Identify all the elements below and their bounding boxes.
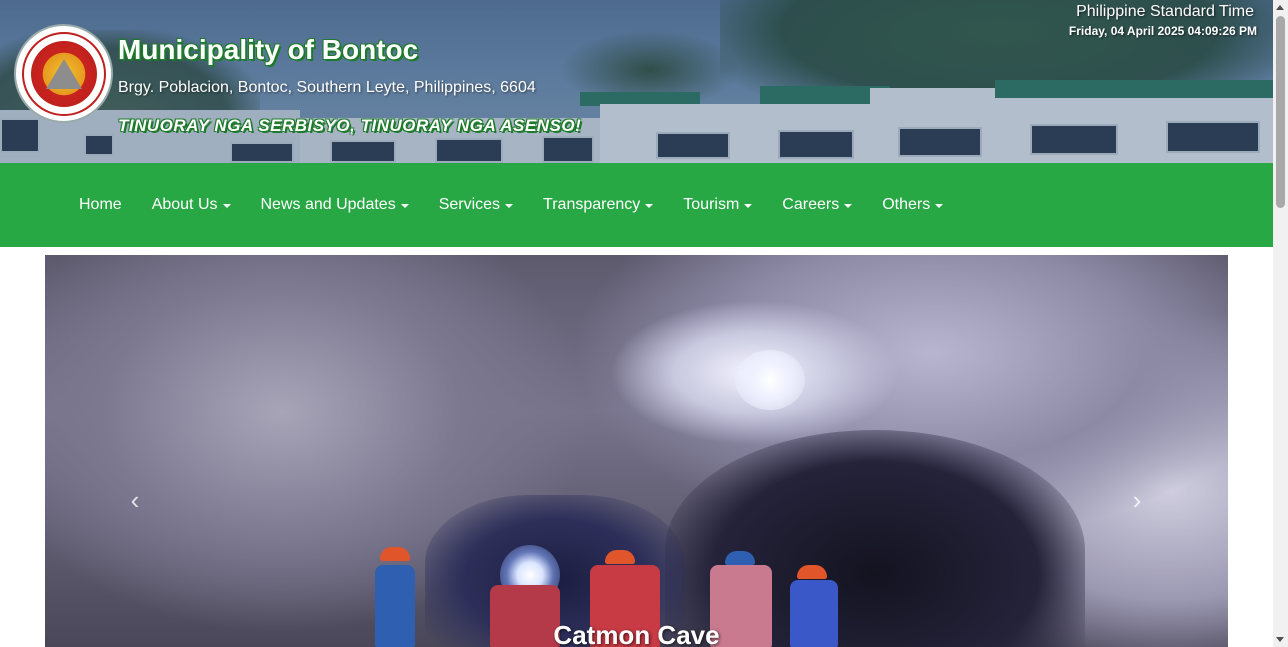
- site-address: Brgy. Poblacion, Bontoc, Southern Leyte,…: [118, 79, 536, 96]
- chevron-right-icon[interactable]: ›: [1122, 480, 1152, 520]
- hero-carousel[interactable]: ‹ › Catmon Cave: [45, 255, 1228, 647]
- seal-ring: [21, 31, 106, 116]
- municipal-seal-icon[interactable]: [14, 24, 113, 123]
- site-title[interactable]: Municipality of Bontoc: [118, 34, 418, 66]
- nav-transparency-label: Transparency: [543, 196, 641, 213]
- nav-transparency[interactable]: Transparency: [528, 188, 668, 222]
- caret-down-icon: [400, 204, 409, 208]
- helmet-shape: [797, 565, 827, 579]
- nav-services-label: Services: [438, 196, 501, 213]
- caret-down-icon: [645, 204, 654, 208]
- nav-about-us[interactable]: About Us: [137, 188, 246, 222]
- header-banner: Municipality of Bontoc Brgy. Poblacion, …: [0, 0, 1273, 163]
- nav-careers[interactable]: Careers: [767, 188, 867, 222]
- nav-tourism[interactable]: Tourism: [668, 188, 767, 222]
- scroll-down-arrow-icon[interactable]: [1276, 637, 1284, 642]
- page-scrollbar[interactable]: [1273, 0, 1288, 647]
- nav-news-label: News and Updates: [260, 196, 396, 213]
- seal-triangle: [45, 58, 82, 89]
- nav-others-label: Others: [882, 196, 931, 213]
- nav-about-us-label: About Us: [151, 196, 218, 213]
- caret-down-icon: [744, 204, 753, 208]
- chevron-left-icon[interactable]: ‹: [120, 480, 150, 520]
- nav-home[interactable]: Home: [64, 188, 137, 222]
- nav-services[interactable]: Services: [424, 188, 528, 222]
- caret-down-icon: [222, 204, 231, 208]
- cave-light: [735, 350, 805, 410]
- scroll-up-arrow-icon[interactable]: [1276, 5, 1284, 10]
- slide-caption: Catmon Cave: [553, 620, 720, 647]
- nav-news-and-updates[interactable]: News and Updates: [246, 188, 424, 222]
- caret-down-icon: [505, 204, 514, 208]
- main-navbar: Home About Us News and Updates Services …: [0, 163, 1273, 247]
- helmet-shape: [380, 547, 410, 561]
- caret-down-icon: [844, 204, 853, 208]
- helmet-shape: [605, 550, 635, 564]
- site-motto: TINUORAY NGA SERBISYO, TINUORAY NGA ASEN…: [118, 116, 582, 135]
- nav-others[interactable]: Others: [867, 188, 958, 222]
- pst-label[interactable]: Philippine Standard Time: [1076, 3, 1254, 21]
- caret-down-icon: [935, 204, 944, 208]
- nav-careers-label: Careers: [782, 196, 840, 213]
- nav-home-label: Home: [79, 196, 122, 213]
- helmet-shape: [725, 551, 755, 565]
- seal-emblem: [30, 40, 97, 107]
- scroll-thumb[interactable]: [1276, 16, 1285, 208]
- pst-clock: Friday, 04 April 2025 04:09:26 PM: [1068, 24, 1257, 38]
- nav-tourism-label: Tourism: [683, 196, 740, 213]
